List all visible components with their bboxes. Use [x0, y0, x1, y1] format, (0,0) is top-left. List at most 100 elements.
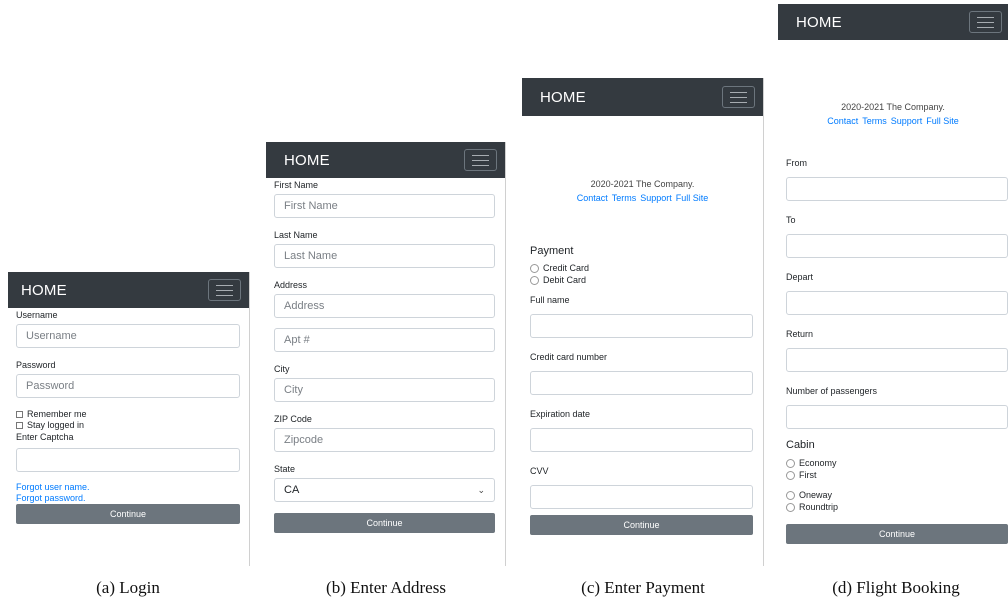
card-number-label: Credit card number	[530, 352, 608, 362]
debit-card-radio[interactable]	[530, 275, 539, 285]
payment-panel: HOME 2020-2021 The Company. Contact Term…	[522, 78, 764, 566]
hamburger-icon	[730, 91, 747, 93]
full-name-input[interactable]	[530, 314, 753, 338]
home-link[interactable]: HOME	[535, 89, 586, 106]
economy-option[interactable]: Economy	[786, 458, 1008, 468]
address-panel: HOME First Name Last Name Address City Z…	[266, 142, 506, 566]
continue-button[interactable]: Continue	[274, 513, 495, 533]
footer-link-support[interactable]: Support	[891, 116, 923, 126]
state-select[interactable]: CA ⌄	[274, 478, 495, 502]
cvv-input[interactable]	[530, 485, 753, 509]
oneway-radio[interactable]	[786, 490, 795, 500]
captcha-label: Enter Captcha	[16, 432, 74, 442]
footer-link-contact[interactable]: Contact	[577, 193, 608, 203]
remember-me-row[interactable]: Remember me	[16, 409, 240, 419]
username-label: Username	[16, 310, 58, 320]
site-footer: 2020-2021 The Company. Contact Terms Sup…	[778, 102, 1008, 126]
expiration-label: Expiration date	[530, 409, 591, 419]
stay-logged-in-row[interactable]: Stay logged in	[16, 420, 240, 430]
menu-toggle-button[interactable]	[722, 86, 755, 108]
home-link[interactable]: HOME	[791, 14, 842, 31]
menu-toggle-button[interactable]	[464, 149, 497, 171]
footer-link-terms[interactable]: Terms	[862, 116, 887, 126]
first-class-option[interactable]: First	[786, 470, 1008, 480]
last-name-label: Last Name	[274, 230, 318, 240]
first-name-label: First Name	[274, 180, 319, 190]
return-label: Return	[786, 329, 814, 339]
footer-link-full-site[interactable]: Full Site	[676, 193, 709, 203]
zip-label: ZIP Code	[274, 414, 312, 424]
home-link[interactable]: HOME	[279, 152, 330, 169]
zip-input[interactable]	[274, 428, 495, 452]
forgot-username-link[interactable]: Forgot user name.	[16, 482, 240, 492]
footer-links: Contact Terms Support Full Site	[778, 116, 1008, 126]
city-input[interactable]	[274, 378, 495, 402]
captcha-input[interactable]	[16, 448, 240, 472]
full-name-label: Full name	[530, 295, 570, 305]
stay-logged-in-checkbox[interactable]	[16, 421, 23, 429]
password-input[interactable]	[16, 374, 240, 398]
navbar: HOME	[266, 142, 505, 178]
caption-address: (b) Enter Address	[326, 578, 446, 597]
site-footer: 2020-2021 The Company. Contact Terms Sup…	[522, 179, 763, 203]
footer-link-contact[interactable]: Contact	[827, 116, 858, 126]
caption-login: (a) Login	[96, 578, 160, 597]
roundtrip-radio[interactable]	[786, 502, 795, 512]
depart-input[interactable]	[786, 291, 1008, 315]
hamburger-icon	[977, 16, 994, 18]
oneway-option[interactable]: Oneway	[786, 490, 1008, 500]
footer-links: Contact Terms Support Full Site	[522, 193, 763, 203]
login-panel: HOME Username Password Remember me Stay …	[8, 272, 250, 566]
menu-toggle-button[interactable]	[969, 11, 1002, 33]
last-name-input[interactable]	[274, 244, 495, 268]
state-value: CA	[284, 484, 300, 496]
city-label: City	[274, 364, 290, 374]
passengers-input[interactable]	[786, 405, 1008, 429]
continue-button[interactable]: Continue	[16, 504, 240, 524]
to-label: To	[786, 215, 796, 225]
cabin-heading: Cabin	[786, 439, 815, 451]
forgot-password-link[interactable]: Forgot password.	[16, 493, 240, 503]
address-input[interactable]	[274, 294, 495, 318]
continue-button[interactable]: Continue	[786, 524, 1008, 544]
footer-link-full-site[interactable]: Full Site	[926, 116, 959, 126]
chevron-down-icon: ⌄	[477, 484, 485, 495]
flight-panel: HOME 2020-2021 The Company. Contact Term…	[778, 4, 1008, 566]
menu-toggle-button[interactable]	[208, 279, 241, 301]
navbar: HOME	[522, 78, 763, 116]
expiration-input[interactable]	[530, 428, 753, 452]
state-label: State	[274, 464, 296, 474]
hamburger-icon	[216, 284, 233, 286]
password-label: Password	[16, 360, 56, 370]
first-class-radio[interactable]	[786, 470, 795, 480]
continue-button[interactable]: Continue	[530, 515, 753, 535]
footer-link-terms[interactable]: Terms	[612, 193, 637, 203]
apt-input[interactable]	[274, 328, 495, 352]
footer-copyright: 2020-2021 The Company.	[841, 102, 945, 112]
navbar: HOME	[8, 272, 249, 308]
cvv-label: CVV	[530, 466, 549, 476]
credit-card-radio[interactable]	[530, 263, 539, 273]
navbar: HOME	[778, 4, 1008, 40]
card-number-input[interactable]	[530, 371, 753, 395]
economy-radio[interactable]	[786, 458, 795, 468]
from-input[interactable]	[786, 177, 1008, 201]
payment-heading: Payment	[530, 245, 574, 257]
to-input[interactable]	[786, 234, 1008, 258]
address-label: Address	[274, 280, 308, 290]
debit-card-option[interactable]: Debit Card	[530, 275, 753, 285]
username-input[interactable]	[16, 324, 240, 348]
passengers-label: Number of passengers	[786, 386, 878, 396]
from-label: From	[786, 158, 807, 168]
credit-card-option[interactable]: Credit Card	[530, 263, 753, 273]
footer-copyright: 2020-2021 The Company.	[590, 179, 695, 189]
remember-me-checkbox[interactable]	[16, 410, 23, 418]
first-name-input[interactable]	[274, 194, 495, 218]
hamburger-icon	[472, 154, 489, 156]
roundtrip-option[interactable]: Roundtrip	[786, 502, 1008, 512]
footer-link-support[interactable]: Support	[640, 193, 672, 203]
return-input[interactable]	[786, 348, 1008, 372]
caption-flight: (d) Flight Booking	[832, 578, 960, 597]
depart-label: Depart	[786, 272, 814, 282]
home-link[interactable]: HOME	[21, 282, 67, 299]
